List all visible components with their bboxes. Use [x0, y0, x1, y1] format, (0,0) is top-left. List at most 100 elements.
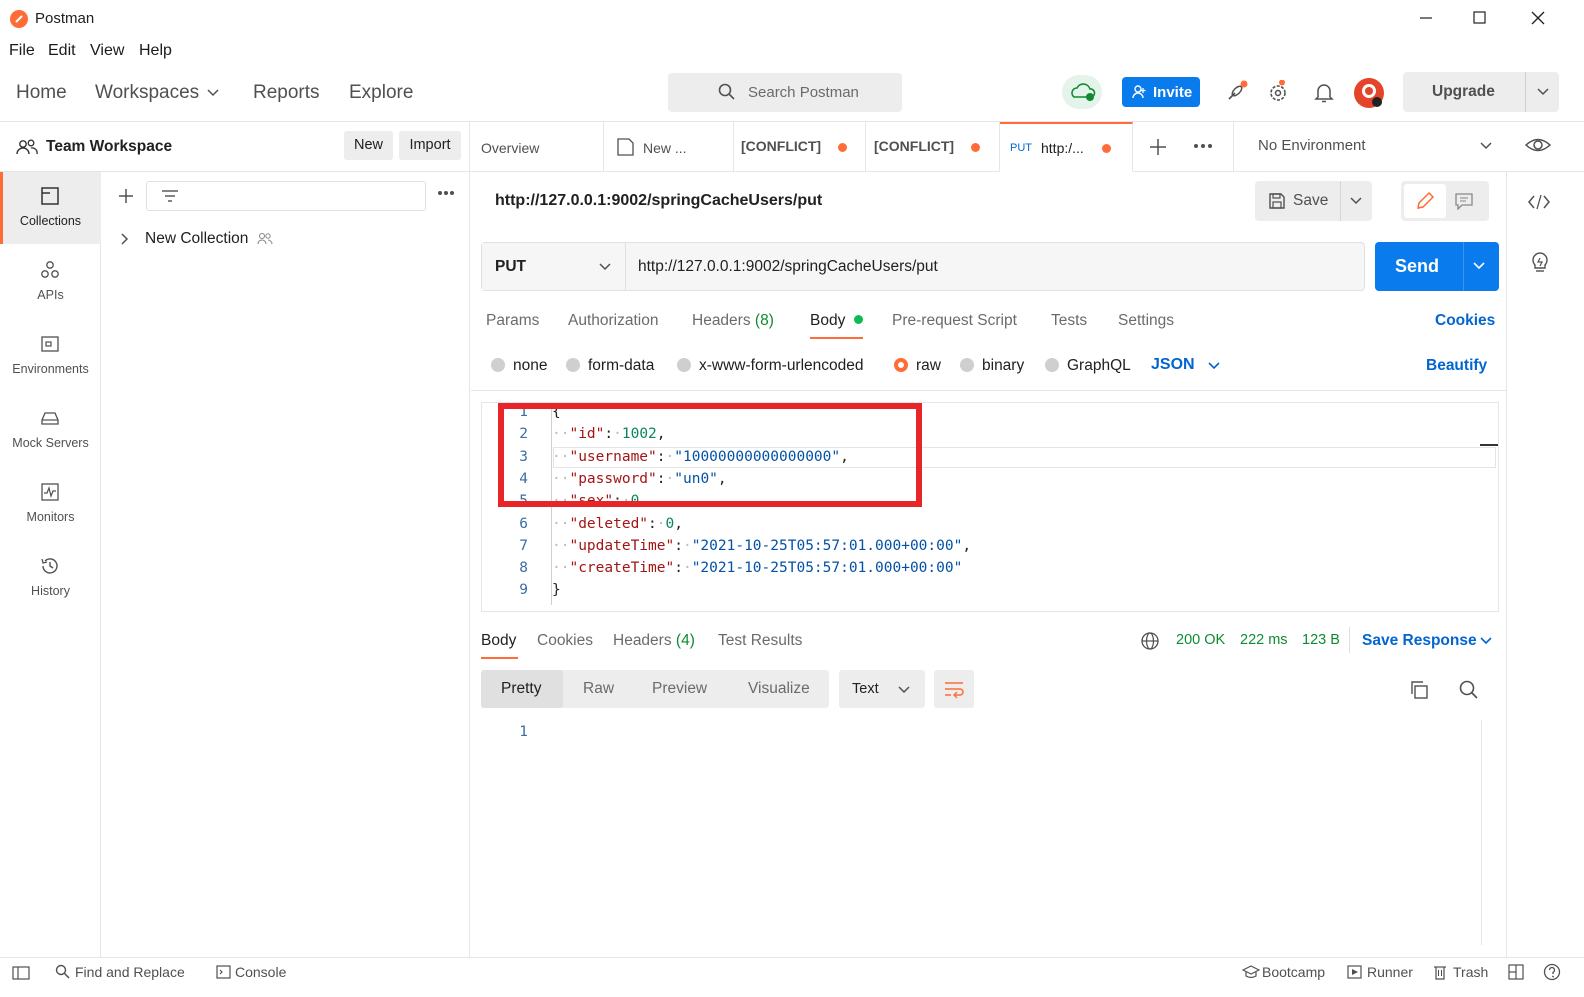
view-pretty[interactable]: Pretty [481, 670, 563, 708]
nav-workspaces[interactable]: Workspaces [95, 82, 199, 104]
tab-authorization[interactable]: Authorization [568, 312, 658, 330]
notification-bell-icon[interactable] [1312, 80, 1336, 104]
body-format-select[interactable]: JSON [1151, 356, 1195, 374]
sidebar-item-mock-servers[interactable]: Mock Servers [0, 394, 101, 466]
response-tab-headers[interactable]: Headers (4) [613, 632, 695, 650]
trash-button[interactable]: Trash [1453, 964, 1488, 980]
beautify-link[interactable]: Beautify [1426, 357, 1487, 375]
globe-icon[interactable] [1140, 631, 1160, 651]
view-preview[interactable]: Preview [652, 680, 707, 698]
sidebar-item-environments[interactable]: Environments [0, 320, 101, 392]
menu-view[interactable]: View [90, 42, 124, 60]
tab-new[interactable]: New ... [604, 122, 734, 172]
two-pane-icon[interactable] [1508, 964, 1524, 980]
response-format-select[interactable]: Text [839, 670, 925, 708]
chevron-down-icon[interactable] [1472, 259, 1486, 273]
response-time[interactable]: 222 ms [1240, 632, 1288, 648]
nav-explore[interactable]: Explore [349, 82, 413, 104]
new-tab-plus-icon[interactable] [1148, 137, 1168, 157]
code-snippet-icon[interactable] [1527, 192, 1551, 212]
tab-settings[interactable]: Settings [1118, 312, 1174, 330]
workspace-name[interactable]: Team Workspace [46, 138, 172, 156]
url-input[interactable]: http://127.0.0.1:9002/springCacheUsers/p… [638, 258, 938, 276]
menu-file[interactable]: File [9, 42, 35, 60]
filter-input[interactable] [146, 181, 426, 211]
eye-icon[interactable] [1524, 134, 1552, 156]
maximize-button[interactable] [1466, 6, 1496, 30]
radio-graphql[interactable]: GraphQL [1045, 357, 1131, 375]
more-options-icon[interactable] [437, 189, 455, 197]
save-response-button[interactable]: Save Response [1362, 632, 1477, 650]
tab-pre-request-script[interactable]: Pre-request Script [892, 312, 1017, 330]
sidebar-item-monitors[interactable]: Monitors [0, 468, 101, 540]
settings-gear-icon[interactable] [1267, 80, 1291, 104]
view-visualize[interactable]: Visualize [748, 680, 810, 698]
radio-x-www-form-urlencoded[interactable]: x-www-form-urlencoded [677, 357, 864, 375]
radio-none[interactable]: none [491, 357, 547, 375]
view-mode-toggle[interactable] [1401, 181, 1489, 221]
sidebar-item-history[interactable]: History [0, 542, 101, 614]
response-scrollbar[interactable] [1481, 720, 1499, 945]
minimize-button[interactable] [1412, 6, 1442, 30]
environment-select[interactable]: No Environment [1258, 137, 1366, 154]
tab-more-icon[interactable] [1193, 142, 1213, 150]
lightbulb-icon[interactable] [1529, 249, 1551, 273]
radio-binary[interactable]: binary [960, 357, 1024, 375]
tab-tests[interactable]: Tests [1051, 312, 1087, 330]
cookies-link[interactable]: Cookies [1435, 312, 1495, 330]
sidebar-toggle-icon[interactable] [12, 966, 30, 980]
import-button[interactable]: Import [399, 131, 461, 160]
chevron-down-icon[interactable] [1479, 139, 1493, 153]
copy-icon[interactable] [1408, 679, 1430, 701]
response-tab-test-results[interactable]: Test Results [718, 632, 802, 650]
menu-help[interactable]: Help [139, 42, 172, 60]
tab-body[interactable]: Body [810, 312, 863, 330]
status-code[interactable]: 200 OK [1176, 632, 1225, 648]
menu-edit[interactable]: Edit [48, 42, 76, 60]
request-title[interactable]: http://127.0.0.1:9002/springCacheUsers/p… [495, 192, 822, 210]
find-replace-button[interactable]: Find and Replace [75, 964, 185, 980]
collection-item[interactable]: New Collection [101, 226, 469, 252]
add-collection-icon[interactable] [117, 187, 135, 205]
tab-headers[interactable]: Headers (8) [692, 312, 774, 330]
save-button[interactable]: Save [1255, 181, 1372, 221]
avatar[interactable] [1353, 77, 1385, 109]
nav-home[interactable]: Home [16, 82, 67, 104]
comment-icon[interactable] [1454, 192, 1474, 210]
help-icon[interactable] [1543, 963, 1561, 981]
send-button[interactable]: Send [1375, 242, 1499, 291]
search-input[interactable]: Search Postman [668, 73, 902, 112]
method-select[interactable]: PUT [482, 243, 626, 290]
view-raw[interactable]: Raw [583, 680, 614, 698]
console-button[interactable]: Console [235, 964, 286, 980]
response-tab-body[interactable]: Body [481, 632, 516, 650]
tab-conflict-2[interactable]: [CONFLICT] [866, 122, 1000, 172]
upgrade-button[interactable]: Upgrade [1403, 72, 1559, 112]
chevron-down-icon[interactable] [1479, 634, 1493, 648]
new-button[interactable]: New [344, 131, 393, 160]
tab-conflict-1[interactable]: [CONFLICT] [734, 122, 866, 172]
chevron-down-icon[interactable] [1349, 194, 1363, 208]
search-icon[interactable] [1458, 679, 1480, 701]
runner-button[interactable]: Runner [1367, 964, 1413, 980]
sidebar-item-apis[interactable]: APIs [0, 246, 101, 318]
wrap-lines-icon[interactable] [934, 670, 974, 708]
response-size[interactable]: 123 B [1302, 632, 1340, 648]
chevron-down-icon[interactable] [1536, 85, 1550, 99]
response-tab-cookies[interactable]: Cookies [537, 632, 593, 650]
edit-pencil-icon[interactable] [1404, 184, 1446, 218]
bootcamp-button[interactable]: Bootcamp [1262, 964, 1325, 980]
chevron-down-icon[interactable] [1207, 359, 1221, 373]
tab-params[interactable]: Params [486, 312, 539, 330]
radio-raw[interactable]: raw [894, 357, 941, 375]
tab-put-request[interactable]: PUT http:/... [1000, 122, 1133, 172]
sync-cloud-icon[interactable] [1062, 75, 1102, 109]
invite-button[interactable]: Invite [1122, 77, 1200, 107]
chevron-right-icon[interactable] [119, 232, 131, 246]
close-window-button[interactable] [1524, 6, 1554, 30]
satellite-icon[interactable] [1224, 80, 1248, 104]
nav-reports[interactable]: Reports [253, 82, 320, 104]
radio-form-data[interactable]: form-data [566, 357, 654, 375]
sidebar-item-collections[interactable]: Collections [0, 172, 101, 244]
tab-overview[interactable]: Overview [470, 122, 604, 172]
